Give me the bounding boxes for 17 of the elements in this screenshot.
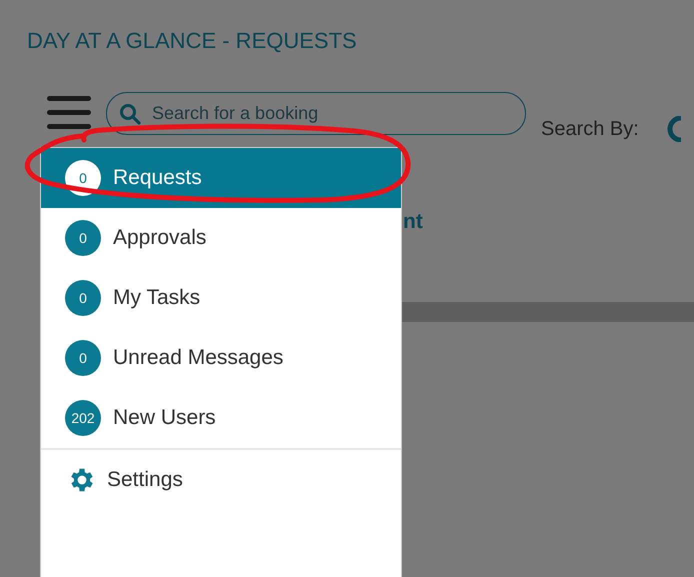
search-icon	[119, 102, 141, 124]
count-badge: 0	[65, 280, 101, 316]
menu-item[interactable]: 0 My Tasks	[41, 268, 401, 328]
search-by-label: Search By:	[541, 118, 639, 140]
page-title: DAY AT A GLANCE - REQUESTS	[26, 27, 358, 54]
menu-icon[interactable]	[47, 94, 91, 132]
settings-item[interactable]: Settings	[41, 450, 401, 510]
count-badge: 0	[65, 340, 101, 376]
count-badge: 202	[65, 400, 101, 436]
menu-item[interactable]: 202 New Users	[41, 388, 401, 448]
menu-item[interactable]: 0 Requests	[41, 148, 401, 208]
count-badge: 0	[65, 220, 101, 256]
menu-item[interactable]: 0 Unread Messages	[41, 328, 401, 388]
radio-icon[interactable]	[666, 116, 681, 142]
search-field[interactable]: Search for a booking	[106, 92, 526, 134]
menu-item[interactable]: 0 Approvals	[41, 208, 401, 268]
heading-text: nt	[403, 210, 423, 233]
